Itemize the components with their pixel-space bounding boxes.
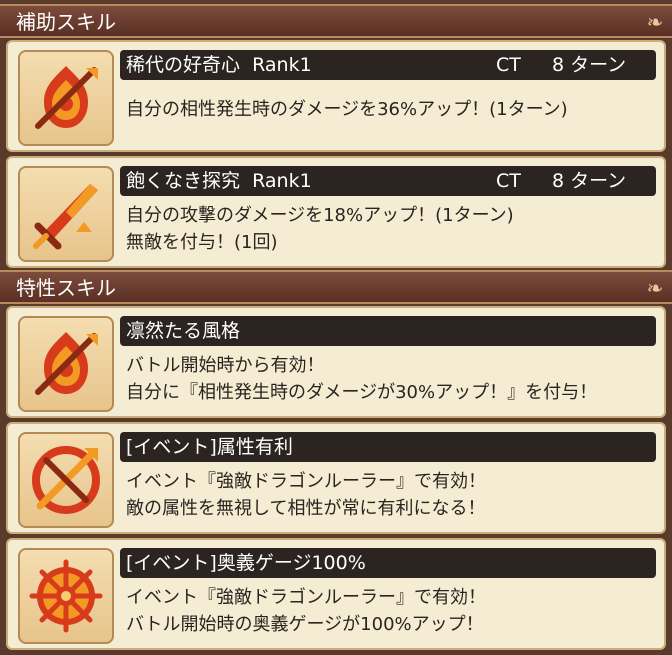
- skill-name: 稀代の好奇心 Rank1: [126, 54, 312, 76]
- skill-card-5[interactable]: [イベント]奥義ゲージ100% イベント『強敵ドラゴンルーラー』で有効！ バトル…: [6, 538, 666, 650]
- section-title: 補助スキル: [16, 10, 116, 34]
- ct-label: CT: [496, 170, 521, 192]
- skill-title-bar: 凛然たる風格: [120, 316, 656, 346]
- skill-description: イベント『強敵ドラゴンルーラー』で有効！ バトル開始時の奥義ゲージが100%アッ…: [126, 584, 656, 638]
- description-line: 敵の属性を無視して相性が常に有利になる！: [126, 498, 486, 519]
- skill-card-3[interactable]: 凛然たる風格 バトル開始時から有効！ 自分に『相性発生時のダメージが30%アップ…: [6, 306, 666, 418]
- description-line: イベント『強敵ドラゴンルーラー』で有効！: [126, 471, 486, 492]
- skill-name: [イベント]奥義ゲージ100%: [126, 552, 366, 574]
- description-line: 自分の相性発生時のダメージを36%アップ！(1ターン): [126, 99, 568, 120]
- description-line: バトル開始時から有効！: [126, 355, 325, 376]
- section-header-trait: 特性スキル ❧: [0, 270, 672, 304]
- skill-title-bar: 飽くなき探究 Rank1 CT 8 ターン: [120, 166, 656, 196]
- skill-card-4[interactable]: [イベント]属性有利 イベント『強敵ドラゴンルーラー』で有効！ 敵の属性を無視し…: [6, 422, 666, 534]
- skill-title-bar: [イベント]属性有利: [120, 432, 656, 462]
- ct-value: 8 ターン: [552, 170, 627, 192]
- attack-up-sword-icon: [18, 166, 114, 262]
- curl-ornament-icon: ❧: [646, 276, 664, 300]
- skill-description: イベント『強敵ドラゴンルーラー』で有効！ 敵の属性を無視して相性が常に有利になる…: [126, 468, 656, 522]
- description-line: 無敵を付与！(1回): [126, 232, 278, 253]
- skill-name: 飽くなき探究 Rank1: [126, 170, 312, 192]
- section-header-support: 補助スキル ❧: [0, 4, 672, 38]
- skill-title-bar: 稀代の好奇心 Rank1 CT 8 ターン: [120, 50, 656, 80]
- description-line: バトル開始時の奥義ゲージが100%アップ！: [126, 614, 484, 635]
- compatibility-up-icon: [18, 50, 114, 146]
- description-line: イベント『強敵ドラゴンルーラー』で有効！: [126, 587, 486, 608]
- attribute-advantage-icon: [18, 432, 114, 528]
- compatibility-up-icon: [18, 316, 114, 412]
- skill-description: 自分の相性発生時のダメージを36%アップ！(1ターン): [126, 96, 656, 123]
- ct-value: 8 ターン: [552, 54, 627, 76]
- description-line: 自分に『相性発生時のダメージが30%アップ！』を付与！: [126, 382, 598, 403]
- section-title: 特性スキル: [16, 276, 116, 300]
- skill-name: 凛然たる風格: [126, 320, 241, 342]
- ct-label: CT: [496, 54, 521, 76]
- description-line: 自分の攻撃のダメージを18%アップ！(1ターン): [126, 205, 514, 226]
- skill-name: [イベント]属性有利: [126, 436, 293, 458]
- skill-card-1[interactable]: 稀代の好奇心 Rank1 CT 8 ターン 自分の相性発生時のダメージを36%ア…: [6, 40, 666, 152]
- curl-ornament-icon: ❧: [646, 10, 664, 34]
- skill-card-2[interactable]: 飽くなき探究 Rank1 CT 8 ターン 自分の攻撃のダメージを18%アップ！…: [6, 156, 666, 268]
- skill-description: 自分の攻撃のダメージを18%アップ！(1ターン) 無敵を付与！(1回): [126, 202, 656, 256]
- special-gauge-icon: [18, 548, 114, 644]
- skill-title-bar: [イベント]奥義ゲージ100%: [120, 548, 656, 578]
- skill-description: バトル開始時から有効！ 自分に『相性発生時のダメージが30%アップ！』を付与！: [126, 352, 656, 406]
